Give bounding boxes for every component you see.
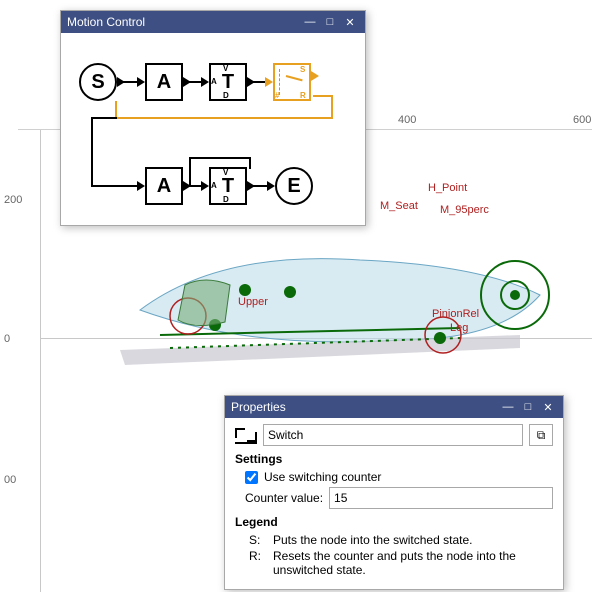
node-a1[interactable]: A [145, 63, 183, 101]
legend-row: S: Puts the node into the switched state… [249, 533, 553, 547]
legend-row: R: Resets the counter and puts the node … [249, 549, 553, 577]
minimize-button[interactable]: — [301, 14, 319, 30]
props-title: Properties [231, 400, 286, 414]
use-counter-label: Use switching counter [264, 470, 381, 484]
node-name-input[interactable] [263, 424, 523, 446]
properties-panel[interactable]: Properties — □ ✕ ⧉ Settings Use switchin… [224, 395, 564, 590]
legend-heading: Legend [235, 515, 553, 529]
annot-m95[interactable]: M_95perc [440, 204, 489, 216]
motion-title: Motion Control [67, 15, 145, 29]
motion-titlebar[interactable]: Motion Control — □ ✕ [61, 11, 365, 33]
motion-graph[interactable]: S A T V A D S # R A T [61, 33, 365, 225]
props-titlebar[interactable]: Properties — □ ✕ [225, 396, 563, 418]
axis-tick: 00 [4, 474, 16, 486]
switch-icon [235, 426, 257, 444]
counter-value-input[interactable] [329, 487, 553, 509]
annot-pinion[interactable]: PinionRel [432, 308, 479, 320]
axis-tick: 200 [4, 194, 22, 206]
close-button[interactable]: ✕ [539, 399, 557, 415]
node-end[interactable]: E [275, 167, 313, 205]
minimize-button[interactable]: — [499, 399, 517, 415]
use-counter-checkbox[interactable] [245, 471, 258, 484]
settings-heading: Settings [235, 452, 553, 466]
node-a2[interactable]: A [145, 167, 183, 205]
node-start[interactable]: S [79, 63, 117, 101]
maximize-button[interactable]: □ [321, 14, 339, 30]
annot-mseat[interactable]: M_Seat [380, 200, 418, 212]
annot-upper[interactable]: Upper [238, 296, 268, 308]
maximize-button[interactable]: □ [519, 399, 537, 415]
axis-tick: 0 [4, 333, 10, 345]
axis-vertical [40, 130, 41, 592]
copy-button[interactable]: ⧉ [529, 424, 553, 446]
annot-hpoint[interactable]: H_Point [428, 182, 467, 194]
motion-control-panel[interactable]: Motion Control — □ ✕ S A T V A D S # R [60, 10, 366, 226]
annot-leg[interactable]: Leg [450, 322, 468, 334]
counter-label: Counter value: [245, 491, 323, 505]
mechanism-view[interactable] [100, 230, 560, 380]
close-button[interactable]: ✕ [341, 14, 359, 30]
